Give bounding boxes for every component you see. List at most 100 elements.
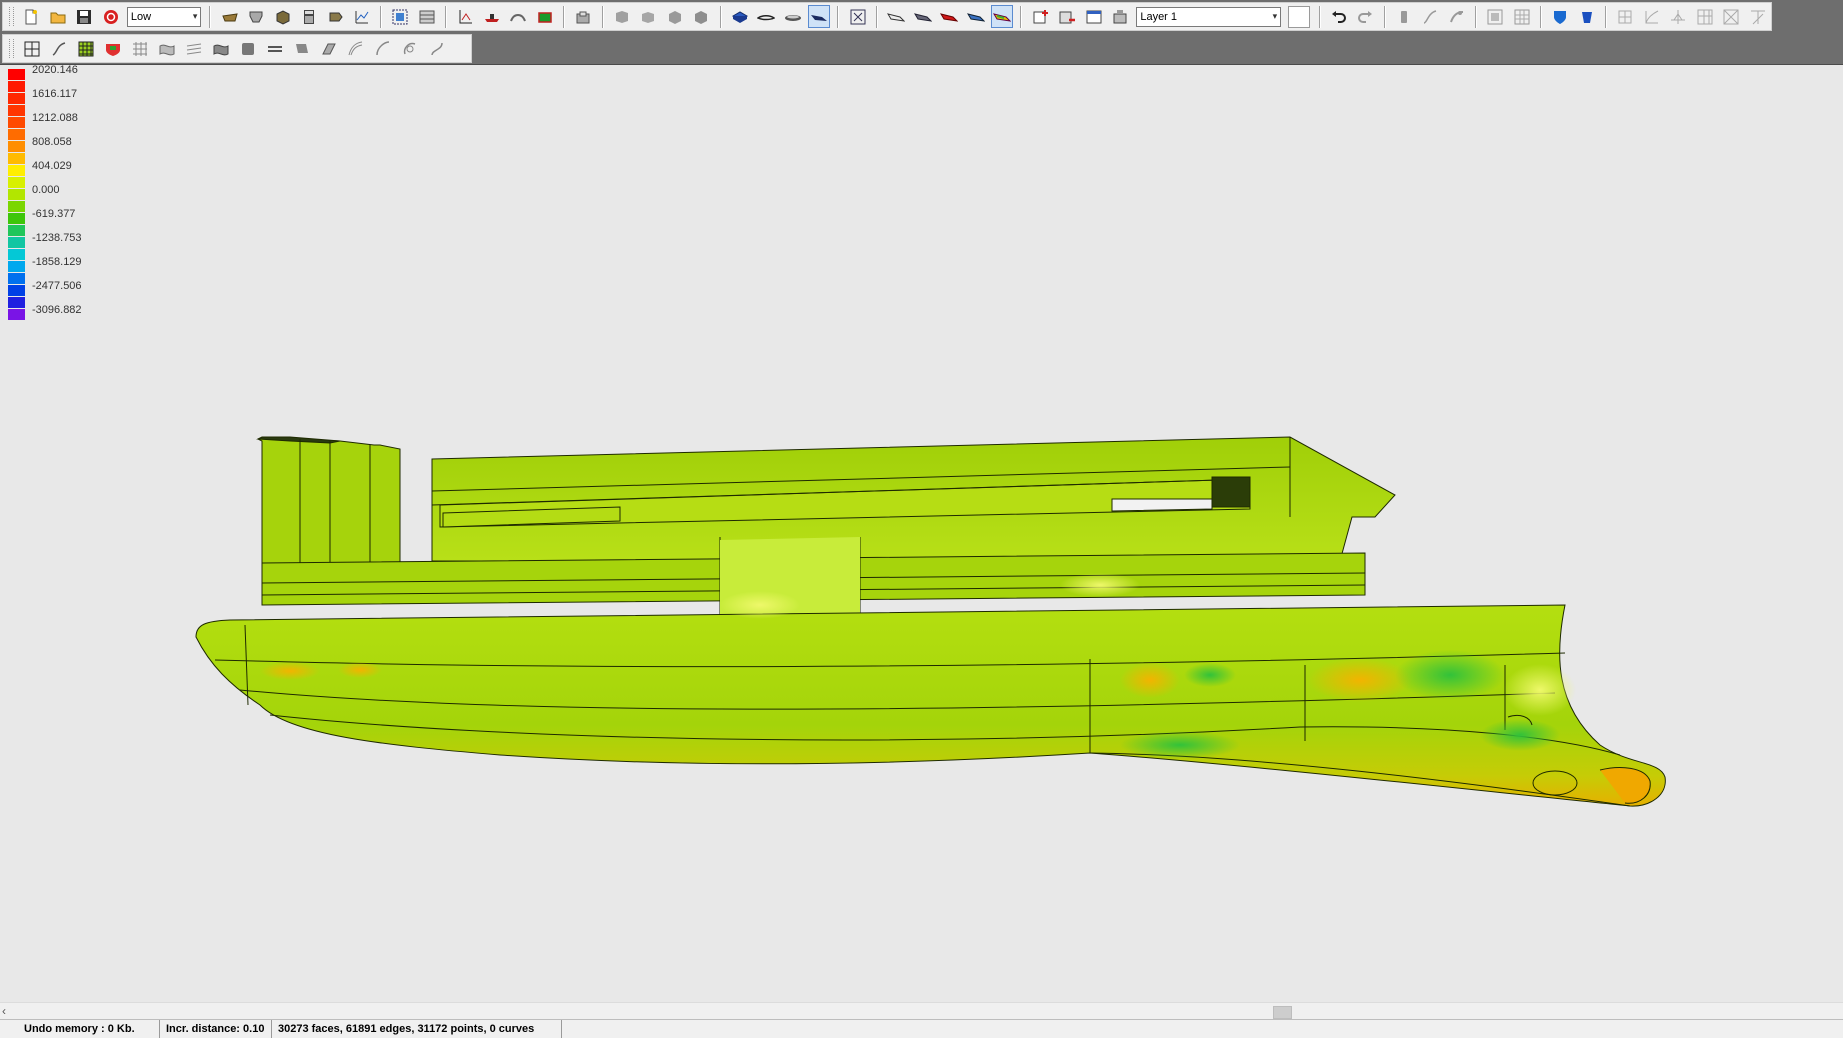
curvature-button[interactable] — [344, 37, 367, 60]
curve-pen-button[interactable] — [47, 37, 70, 60]
mesh-d-button[interactable] — [1693, 5, 1715, 28]
calculator-button[interactable] — [298, 5, 320, 28]
arch-button[interactable] — [507, 5, 529, 28]
view-top-button[interactable] — [664, 5, 686, 28]
hull-model[interactable] — [0, 65, 1843, 1002]
frame-select-button[interactable] — [389, 5, 411, 28]
tools-icon — [327, 8, 345, 26]
axes-button[interactable] — [454, 5, 476, 28]
add-layer-button[interactable] — [1029, 5, 1051, 28]
ship-blue-button[interactable] — [964, 5, 986, 28]
color-block-icon — [536, 8, 554, 26]
twist-button[interactable] — [425, 37, 448, 60]
grid-button[interactable] — [20, 37, 43, 60]
shade-blue-button[interactable] — [729, 5, 751, 28]
render-quality-select-value: Low — [130, 10, 152, 23]
ship-white-button[interactable] — [885, 5, 907, 28]
ship-gray-button[interactable] — [911, 5, 933, 28]
lines-button[interactable] — [182, 37, 205, 60]
export-icon — [574, 8, 592, 26]
chevron-down-icon: ▾ — [192, 11, 198, 21]
table-button[interactable] — [416, 5, 438, 28]
lines-icon — [185, 40, 203, 58]
ship-red-button[interactable] — [938, 5, 960, 28]
shade-blue-icon — [731, 8, 749, 26]
box-button[interactable] — [271, 5, 293, 28]
ship-dark-button[interactable] — [807, 5, 831, 28]
wire-ship-button[interactable] — [755, 5, 777, 28]
flat-ship-button[interactable] — [781, 5, 803, 28]
ship-curvature-button[interactable] — [990, 5, 1014, 28]
legend-row — [8, 177, 128, 189]
render-quality-select[interactable]: Low ▾ — [126, 6, 202, 27]
legend-row: 2020.146 — [8, 64, 128, 81]
loop-button[interactable] — [398, 37, 421, 60]
toolbar-separator — [837, 5, 840, 28]
mesh-b-button[interactable] — [1641, 5, 1663, 28]
scroll-left-arrow-icon[interactable]: ‹ — [2, 1004, 6, 1018]
shaded-surface-button[interactable] — [209, 37, 232, 60]
new-file-button[interactable] — [20, 5, 42, 28]
shell-button[interactable] — [236, 37, 259, 60]
surface-button[interactable] — [155, 37, 178, 60]
toolbar-separator — [1605, 5, 1608, 28]
bucket-button[interactable] — [1576, 5, 1598, 28]
legend-label: 404.029 — [32, 160, 72, 172]
layer-props-button[interactable] — [1082, 5, 1104, 28]
edit-curve-button[interactable] — [1446, 5, 1468, 28]
legend-row: 808.058 — [8, 136, 128, 153]
stop-button[interactable] — [99, 5, 121, 28]
grid-select-button[interactable] — [1511, 5, 1533, 28]
point-button[interactable] — [1393, 5, 1415, 28]
ship-white-icon — [887, 8, 906, 26]
color-mesh-button[interactable] — [101, 37, 124, 60]
legend-label: 1212.088 — [32, 112, 78, 124]
delete-layer-button[interactable] — [1056, 5, 1078, 28]
horizontal-scrollbar[interactable]: ‹ — [0, 1002, 1843, 1020]
panel-button[interactable] — [317, 37, 340, 60]
curve-button[interactable] — [1419, 5, 1441, 28]
open-folder-button[interactable] — [46, 5, 68, 28]
net-button[interactable] — [128, 37, 151, 60]
chart-button[interactable] — [351, 5, 373, 28]
3d-viewport[interactable]: 2020.146 1616.117 1212.088 808.058 404.029 0.… — [0, 64, 1843, 1002]
export-button[interactable] — [572, 5, 594, 28]
toolbar-separator — [563, 5, 566, 28]
legend-swatch — [8, 285, 25, 296]
shield-button[interactable] — [1549, 5, 1571, 28]
grid-select-icon — [1513, 8, 1531, 26]
layer-select[interactable]: Layer 1 ▾ — [1136, 6, 1282, 27]
transom-button[interactable] — [245, 5, 267, 28]
scroll-thumb[interactable] — [1273, 1006, 1292, 1019]
spline-button[interactable] — [371, 37, 394, 60]
legend-swatch — [8, 153, 25, 164]
ship-curvature-icon — [993, 8, 1012, 26]
mesh-grid-button[interactable] — [74, 37, 97, 60]
stop-icon — [102, 8, 120, 26]
mesh-e-button[interactable] — [1720, 5, 1742, 28]
layer-color-box[interactable] — [1288, 5, 1310, 28]
mesh-a-button[interactable] — [1614, 5, 1636, 28]
tools-button[interactable] — [324, 5, 346, 28]
ship-profile-button[interactable] — [481, 5, 503, 28]
legend-swatch — [8, 261, 25, 272]
view-front-button[interactable] — [611, 5, 633, 28]
hull-button[interactable] — [218, 5, 240, 28]
toolbar-grip[interactable] — [9, 39, 14, 58]
legend-label: 2020.146 — [32, 64, 78, 76]
shape-button[interactable] — [290, 37, 313, 60]
view-persp-button[interactable] — [690, 5, 712, 28]
toolbar-separator — [875, 5, 878, 28]
layer-tools-button[interactable] — [1109, 5, 1131, 28]
toolbar-grip[interactable] — [9, 7, 14, 26]
flow-button[interactable] — [263, 37, 286, 60]
mesh-c-button[interactable] — [1667, 5, 1689, 28]
save-button[interactable] — [73, 5, 95, 28]
mesh-f-button[interactable] — [1746, 5, 1768, 28]
redo-button[interactable] — [1354, 5, 1376, 28]
select-area-button[interactable] — [1484, 5, 1506, 28]
zoom-fit-button[interactable] — [846, 5, 868, 28]
color-block-button[interactable] — [534, 5, 556, 28]
view-side-button[interactable] — [637, 5, 659, 28]
undo-button[interactable] — [1328, 5, 1350, 28]
